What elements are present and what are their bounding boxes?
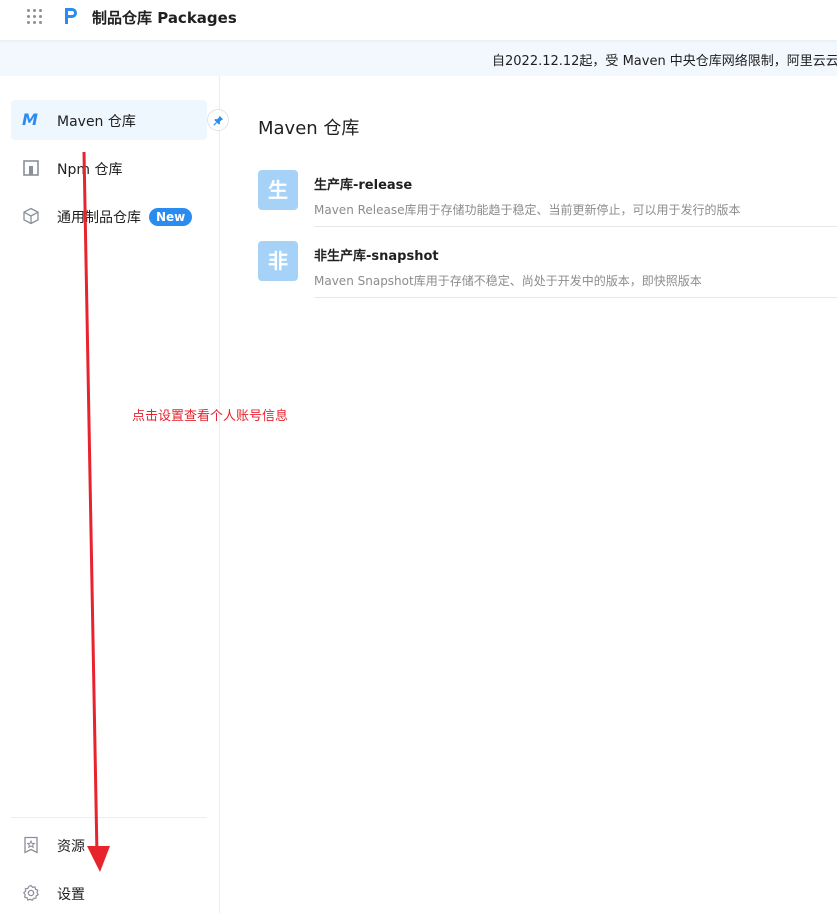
sidebar-item-maven[interactable]: M Maven 仓库	[11, 100, 207, 140]
top-bar: 制品仓库 Packages	[0, 0, 837, 40]
grid-dots-icon[interactable]	[27, 9, 42, 24]
sidebar: M Maven 仓库 Npm 仓库 通用制品仓库 New 资源 设置	[0, 76, 220, 913]
sidebar-item-label: 资源	[57, 839, 85, 855]
resource-icon	[24, 836, 38, 854]
pin-sidebar-button[interactable]	[207, 109, 229, 131]
annotation-text: 点击设置查看个人账号信息	[132, 409, 289, 424]
repo-description: Maven Snapshot库用于存储不稳定、尚处于开发中的版本，即快照版本	[314, 274, 702, 288]
repo-avatar: 生	[258, 170, 298, 210]
banner-text: 自2022.12.12起，受 Maven 中央仓库网络限制，阿里云云效	[492, 54, 837, 69]
npm-icon	[23, 160, 39, 176]
page-title: Maven 仓库	[258, 118, 360, 139]
sidebar-item-label: 通用制品仓库	[57, 210, 141, 226]
repo-name[interactable]: 生产库-release	[314, 174, 412, 193]
app-title[interactable]: 制品仓库 Packages	[92, 7, 237, 28]
sidebar-item-npm[interactable]: Npm 仓库	[11, 148, 207, 188]
gear-icon	[22, 884, 40, 902]
sidebar-divider	[11, 817, 207, 818]
repo-item-snapshot[interactable]: 非 非生产库-snapshot Maven Snapshot库用于存储不稳定、尚…	[258, 241, 837, 301]
divider	[314, 226, 837, 227]
divider	[314, 297, 837, 298]
cube-icon	[23, 207, 39, 225]
pin-icon	[213, 115, 224, 126]
sidebar-item-label: 设置	[57, 887, 85, 903]
repo-item-release[interactable]: 生 生产库-release Maven Release库用于存储功能趋于稳定、当…	[258, 170, 837, 230]
repo-description: Maven Release库用于存储功能趋于稳定、当前更新停止，可以用于发行的版…	[314, 203, 741, 217]
repo-avatar: 非	[258, 241, 298, 281]
notice-banner: 自2022.12.12起，受 Maven 中央仓库网络限制，阿里云云效	[0, 40, 837, 76]
sidebar-item-resources[interactable]: 资源	[11, 825, 207, 865]
new-badge: New	[149, 208, 193, 226]
sidebar-item-label: Maven 仓库	[57, 114, 136, 130]
packages-logo-icon[interactable]	[63, 6, 79, 26]
sidebar-item-label: Npm 仓库	[57, 162, 123, 178]
sidebar-item-settings[interactable]: 设置	[11, 873, 207, 913]
sidebar-item-generic[interactable]: 通用制品仓库 New	[11, 196, 207, 236]
repo-name[interactable]: 非生产库-snapshot	[314, 245, 439, 264]
maven-icon: M	[22, 110, 38, 129]
